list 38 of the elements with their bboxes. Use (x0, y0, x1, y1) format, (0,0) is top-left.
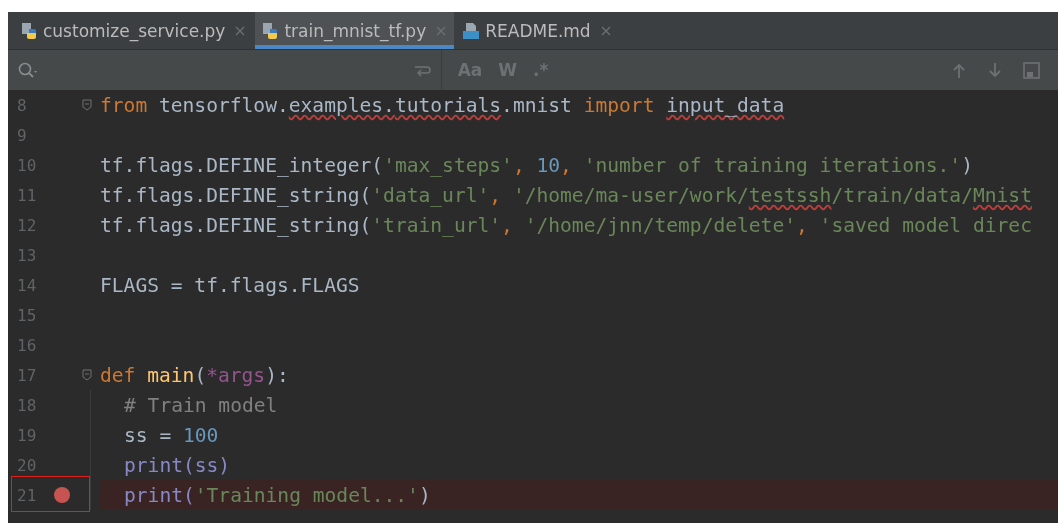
code-line: def main(*args): (100, 363, 289, 387)
line-number: 12 (16, 215, 38, 235)
code-line: from tensorflow.examples.tutorials.mnist import input_data (100, 93, 785, 117)
file-tab[interactable]: README.md (456, 12, 619, 49)
line-number: 11 (16, 185, 38, 205)
line-number: 8 (16, 95, 28, 115)
line-number: 10 (16, 155, 38, 175)
code-line: print('Training model...') (124, 483, 431, 507)
code-line: tf.flags.DEFINE_string('data_url', '/home/ma-user/work/testssh/train/data/Mnist (100, 183, 1032, 207)
line-number: 9 (16, 125, 28, 145)
file-tab[interactable]: train_mnist_tf.py (255, 12, 455, 49)
code-line: ss = 100 (124, 423, 219, 447)
line-number: 17 (16, 365, 38, 385)
python-file-icon (20, 21, 38, 40)
python-file-icon (261, 21, 280, 40)
close-icon (436, 25, 447, 36)
breakpoint-icon (54, 487, 70, 503)
markdown-file-icon (462, 21, 481, 40)
up-arrow-icon (951, 61, 967, 79)
close-icon (600, 25, 611, 36)
line-number: 15 (16, 305, 38, 325)
line-number: 18 (16, 395, 38, 415)
code-line: tf.flags.DEFINE_integer('max_steps', 10, 'number of training iterations.') (100, 153, 973, 177)
window-icon (1023, 61, 1040, 79)
code-line: # Train model (124, 393, 278, 417)
line-number: 14 (16, 275, 38, 295)
line-number: 13 (16, 245, 38, 265)
line-number: 19 (16, 425, 38, 445)
line-number: 16 (16, 335, 38, 355)
line-number: 20 (16, 455, 38, 475)
line-number: 21 (16, 485, 38, 505)
close-icon (235, 25, 246, 36)
code-line: FLAGS = tf.flags.FLAGS (100, 273, 360, 297)
code-line: tf.flags.DEFINE_string('train_url', '/home/jnn/temp/delete', 'saved model direc (100, 213, 1032, 237)
file-tab[interactable]: customize_service.py (14, 12, 254, 49)
code-line: print(ss) (124, 453, 231, 477)
down-arrow-icon (987, 61, 1003, 79)
search-icon (18, 61, 38, 79)
